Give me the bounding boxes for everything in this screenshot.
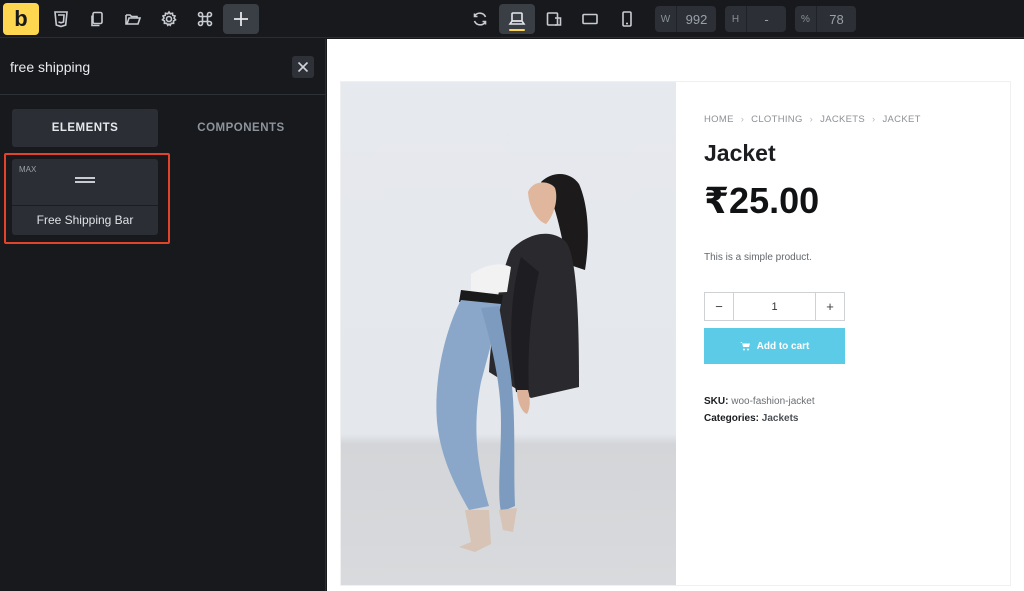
product-details: HOME › CLOTHING › JACKETS › JACKET Jacket ₹25.… <box>704 82 1004 585</box>
tablet-landscape-icon[interactable] <box>540 6 568 32</box>
element-free-shipping-bar[interactable]: MAX Free Shipping Bar <box>12 159 158 235</box>
sku-line: SKU: woo-fashion-jacket <box>704 396 815 407</box>
tab-elements[interactable]: ELEMENTS <box>12 109 158 147</box>
panel-tabs: ELEMENTS COMPONENTS <box>12 109 314 147</box>
tab-components[interactable]: COMPONENTS <box>168 109 314 147</box>
product-image <box>341 82 676 585</box>
plus-icon <box>234 12 248 26</box>
tablet-portrait-icon[interactable] <box>576 6 604 32</box>
laptop-view-button[interactable] <box>499 4 535 34</box>
clear-search-button[interactable] <box>292 56 314 78</box>
breadcrumb-jacket: JACKET <box>882 114 921 125</box>
breadcrumb-jackets[interactable]: JACKETS <box>820 114 865 125</box>
width-value[interactable]: 992 <box>677 12 716 27</box>
zoom-field[interactable]: % 78 <box>795 6 856 32</box>
pages-icon[interactable] <box>83 6 111 32</box>
max-badge: MAX <box>19 165 37 174</box>
folder-icon[interactable] <box>119 6 147 32</box>
product-title: Jacket <box>704 140 776 166</box>
model-photo <box>436 173 588 552</box>
width-label: W <box>655 6 677 32</box>
command-icon[interactable] <box>191 6 219 32</box>
quantity-input[interactable]: 1 <box>733 293 816 320</box>
quantity-stepper: − 1 + <box>704 292 845 321</box>
active-indicator <box>509 29 525 31</box>
refresh-icon[interactable] <box>466 6 494 32</box>
add-to-cart-label: Add to cart <box>756 340 810 352</box>
laptop-icon <box>508 12 526 25</box>
close-icon <box>297 61 309 73</box>
categories-label: Categories: <box>704 413 760 424</box>
height-label: H <box>725 6 747 32</box>
elements-panel: ELEMENTS COMPONENTS MAX Free Shipping Ba… <box>0 39 326 591</box>
settings-icon[interactable] <box>155 6 183 32</box>
top-toolbar: b W 992 H - % 78 <box>0 0 1024 38</box>
add-to-cart-button[interactable]: Add to cart <box>704 328 845 364</box>
height-value[interactable]: - <box>747 12 786 27</box>
sku-label: SKU: <box>704 396 729 407</box>
breadcrumb: HOME › CLOTHING › JACKETS › JACKET <box>704 114 921 125</box>
breadcrumb-home[interactable]: HOME <box>704 114 734 125</box>
breadcrumb-clothing[interactable]: CLOTHING <box>751 114 803 125</box>
height-field[interactable]: H - <box>725 6 786 32</box>
shipping-bar-icon <box>75 177 95 185</box>
sku-value: woo-fashion-jacket <box>731 396 815 407</box>
width-field[interactable]: W 992 <box>655 6 716 32</box>
preview-canvas: HOME › CLOTHING › JACKETS › JACKET Jacket ₹25.… <box>327 39 1024 591</box>
mobile-icon[interactable] <box>613 6 641 32</box>
zoom-label: % <box>795 6 817 32</box>
search-bar <box>0 39 326 95</box>
product-description: This is a simple product. <box>704 252 812 263</box>
zoom-value[interactable]: 78 <box>817 12 856 27</box>
search-input[interactable] <box>10 55 280 79</box>
product-price: ₹25.00 <box>704 180 820 221</box>
add-element-button[interactable] <box>223 4 259 34</box>
category-link-jackets[interactable]: Jackets <box>762 413 799 424</box>
element-label: Free Shipping Bar <box>36 213 134 227</box>
card-divider <box>12 205 158 206</box>
quantity-decrease-button[interactable]: − <box>705 293 733 320</box>
product-section: HOME › CLOTHING › JACKETS › JACKET Jacket ₹25.… <box>341 82 1010 585</box>
categories-line: Categories: Jackets <box>704 413 799 424</box>
cart-icon <box>739 342 750 351</box>
css3-icon[interactable] <box>47 6 75 32</box>
builder-logo[interactable]: b <box>3 3 39 35</box>
quantity-increase-button[interactable]: + <box>816 293 844 320</box>
